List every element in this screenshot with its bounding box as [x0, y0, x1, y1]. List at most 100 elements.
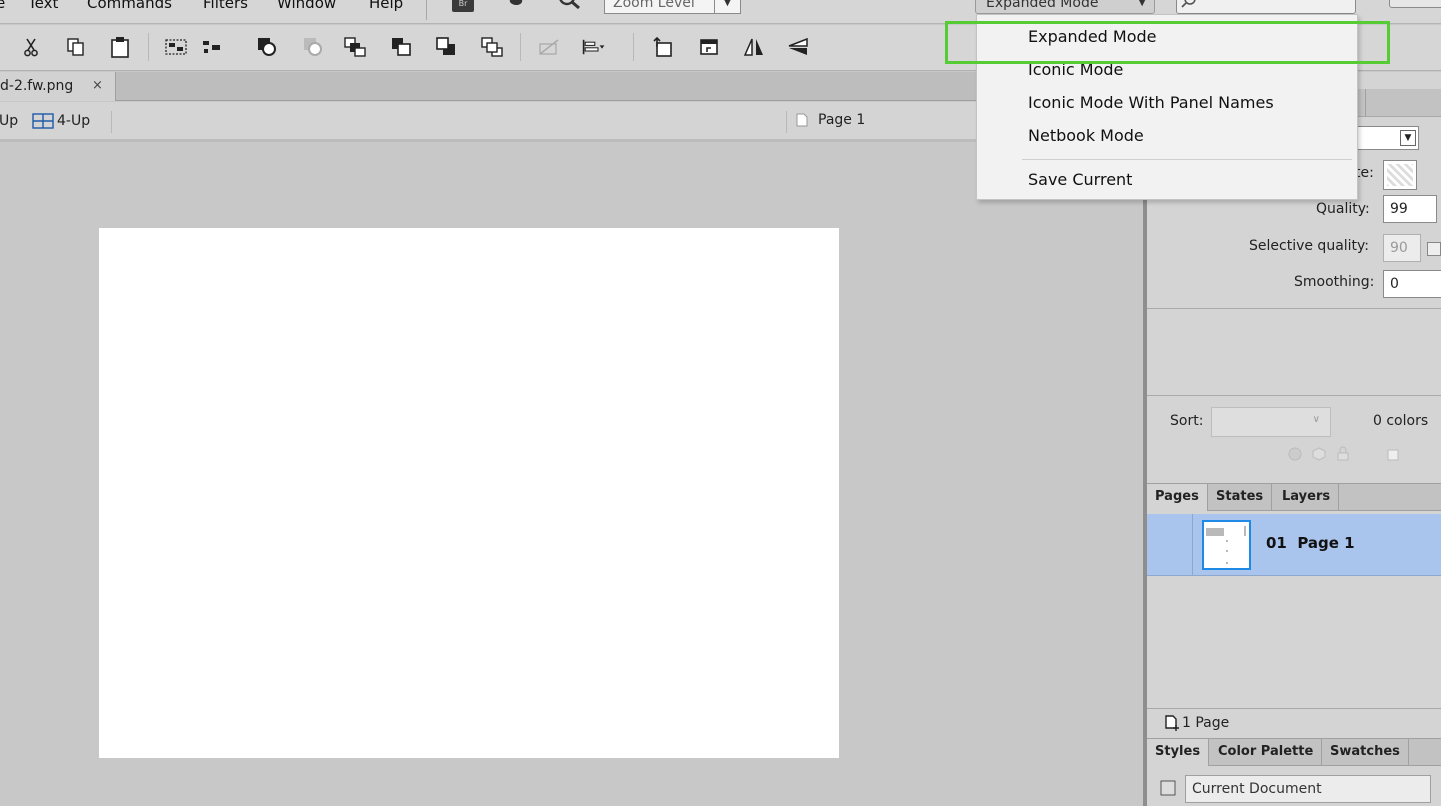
chevron-down-icon: ▼ — [1400, 130, 1416, 146]
help-search-input[interactable] — [1176, 0, 1356, 14]
highlight-box — [945, 21, 1390, 64]
group-icon[interactable] — [164, 35, 188, 59]
selective-quality-label: Selective quality: — [1249, 238, 1370, 254]
menu-filters[interactable]: Filters — [203, 0, 248, 12]
page-count: 1 Page — [1182, 715, 1230, 731]
new-page-icon[interactable] — [1164, 715, 1180, 731]
export-format-select[interactable]: ▼ — [1357, 126, 1419, 150]
menu-commands[interactable]: Commands — [87, 0, 172, 12]
web-snap-icon[interactable] — [1311, 446, 1327, 462]
page-number: 01 — [1266, 534, 1287, 552]
toolbar-separator — [633, 33, 634, 61]
workspace-mode-select[interactable]: Expanded Mode ▼ — [975, 0, 1155, 14]
quality-input[interactable]: 99 — [1383, 195, 1437, 223]
page-thumbnail — [1202, 520, 1251, 570]
menu-item-netbook-mode[interactable]: Netbook Mode — [1028, 126, 1144, 145]
tab-layers[interactable]: Layers — [1274, 484, 1340, 511]
ungroup-icon[interactable] — [200, 35, 224, 59]
menu-window[interactable]: Window — [277, 0, 336, 12]
selective-quality-input[interactable]: 90 — [1383, 234, 1421, 262]
page-title: Page 1 — [1297, 534, 1355, 552]
menu-separator — [1022, 159, 1352, 160]
search-icon — [1181, 0, 1196, 8]
palette-preview-area — [1147, 308, 1441, 396]
tab-pages[interactable]: Pages — [1147, 484, 1208, 511]
transparent-icon[interactable] — [1287, 446, 1303, 462]
workspace-mode-value: Expanded Mode — [986, 0, 1099, 11]
page-selector-label: Page 1 — [818, 112, 866, 128]
page-icon — [796, 113, 808, 127]
split-icon[interactable] — [301, 35, 325, 59]
viewbar-separator — [111, 111, 112, 133]
styles-library-icon — [1159, 779, 1177, 797]
menu-item-iconic-mode-with-panel-names[interactable]: Iconic Mode With Panel Names — [1028, 93, 1274, 112]
pages-footer: 1 Page — [1147, 708, 1441, 738]
page-name: 01 Page 1 — [1266, 534, 1355, 552]
canvas-area[interactable] — [0, 145, 1143, 806]
selective-quality-edit-icon[interactable] — [1427, 242, 1441, 256]
matte-swatch[interactable] — [1383, 160, 1417, 190]
menu-edit[interactable]: e — [0, 0, 5, 12]
panel-tab[interactable] — [1365, 89, 1441, 117]
four-up-label: 4-Up — [57, 113, 91, 129]
menu-item-save-current[interactable]: Save Current — [1028, 170, 1132, 189]
toolbar-separator — [520, 33, 521, 61]
zoom-level-value: Zoom Level — [613, 0, 695, 11]
chevron-down-icon: ▼ — [714, 0, 740, 13]
zoom-level-select[interactable]: Zoom Level ▼ — [604, 0, 741, 14]
page-row-gutter — [1147, 514, 1193, 576]
palette-tools — [1287, 445, 1401, 463]
document-tab[interactable]: d-2.fw.png × — [0, 72, 116, 101]
four-up-view-button[interactable]: 4-Up — [32, 113, 90, 129]
view-bar: Up 4-Up Page 1 — [0, 102, 1143, 142]
send-backward-icon[interactable] — [434, 35, 458, 59]
align-icon[interactable] — [582, 35, 606, 59]
smoothing-label: Smoothing: — [1294, 274, 1375, 290]
tab-styles[interactable]: Styles — [1147, 739, 1210, 766]
copy-icon[interactable] — [64, 35, 88, 59]
rotate-left-icon[interactable] — [651, 35, 675, 59]
cut-icon[interactable] — [19, 35, 43, 59]
page-list-item[interactable]: 01 Page 1 — [1147, 514, 1441, 576]
page-selector[interactable]: Page 1 — [796, 112, 865, 128]
artboard[interactable] — [99, 228, 839, 758]
viewbar-separator — [786, 111, 787, 133]
tab-color-palette[interactable]: Color Palette — [1210, 739, 1323, 766]
path-icon[interactable] — [537, 35, 561, 59]
menu-help[interactable]: Help — [369, 0, 403, 12]
pages-list-empty-area — [1147, 577, 1441, 707]
document-tab-title: d-2.fw.png — [0, 78, 74, 94]
tab-states[interactable]: States — [1208, 484, 1273, 511]
close-icon[interactable]: × — [92, 72, 103, 100]
tab-swatches[interactable]: Swatches — [1322, 739, 1409, 766]
menu-text[interactable]: Text — [28, 0, 58, 12]
quality-label: Quality: — [1316, 201, 1370, 217]
two-up-view-button[interactable]: Up — [0, 113, 18, 129]
join-icon[interactable] — [255, 35, 279, 59]
bring-to-front-icon[interactable] — [343, 35, 367, 59]
toolbar-separator — [148, 33, 149, 61]
menubar-separator — [426, 0, 427, 20]
bridge-icon[interactable]: Br — [452, 0, 474, 12]
colors-count: 0 colors — [1373, 413, 1429, 429]
hand-tool-icon[interactable] — [505, 0, 527, 12]
paste-icon[interactable] — [108, 35, 132, 59]
lock-icon[interactable] — [1335, 446, 1351, 462]
rotate-right-icon[interactable] — [697, 35, 721, 59]
new-color-icon[interactable] — [1385, 446, 1401, 462]
zoom-tool-icon[interactable] — [556, 0, 582, 12]
flip-horizontal-icon[interactable] — [742, 35, 766, 59]
smoothing-select[interactable]: 0 — [1383, 270, 1441, 298]
send-to-back-icon[interactable] — [480, 35, 504, 59]
bring-forward-icon[interactable] — [389, 35, 413, 59]
pages-panel-tabs: Pages States Layers — [1147, 483, 1441, 511]
styles-library-select[interactable]: Current Document — [1185, 775, 1431, 803]
minimize-button[interactable] — [1389, 0, 1441, 8]
styles-panel-tabs: Styles Color Palette Swatches — [1147, 738, 1441, 766]
chevron-down-icon: ▼ — [1138, 0, 1146, 8]
sort-select[interactable]: ∨ — [1211, 407, 1331, 437]
chevron-down-icon: ∨ — [1312, 414, 1320, 425]
flip-vertical-icon[interactable] — [786, 35, 810, 59]
sort-label: Sort: — [1170, 413, 1204, 429]
four-up-icon — [32, 113, 54, 129]
